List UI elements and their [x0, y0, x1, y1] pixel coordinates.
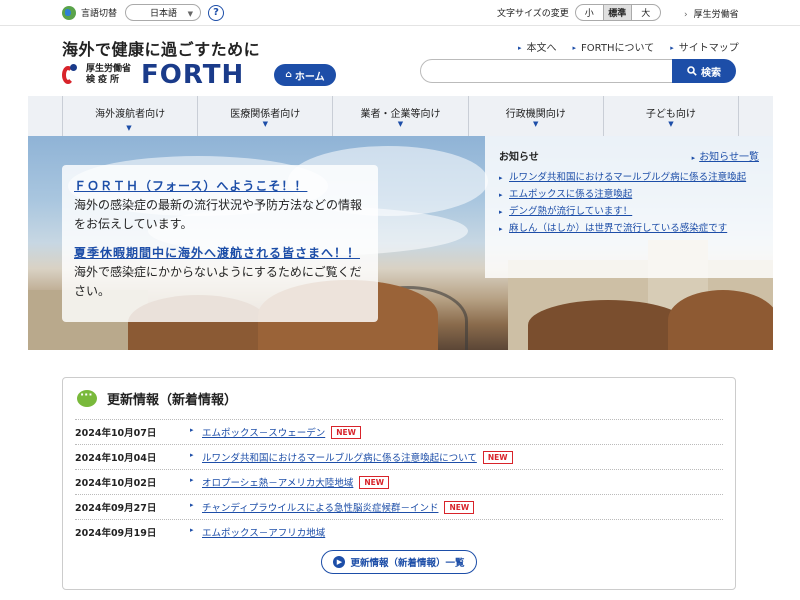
- update-row: 2024年10月07日 エムポックス－スウェーデン NEW: [75, 419, 723, 444]
- home-button[interactable]: ⌂ ホーム: [274, 64, 336, 86]
- update-link[interactable]: チャンディプラウイルスによる急性脳炎症候群－インド: [190, 500, 438, 514]
- language-switcher: 言語切替 日本語 ▼ ?: [62, 4, 225, 21]
- help-icon[interactable]: ?: [208, 4, 225, 21]
- language-label: 言語切替: [81, 9, 118, 19]
- sitemap-link[interactable]: サイトマップ: [670, 39, 739, 54]
- chevron-down-icon: ▼: [397, 120, 404, 128]
- nav-label: 医療関係者向け: [230, 109, 301, 120]
- update-row: 2024年10月02日 オロプーシェ熱－アメリカ大陸地域 NEW: [75, 469, 723, 494]
- utility-bar: 言語切替 日本語 ▼ ? 文字サイズの変更 小 標準 大 厚生労働省: [0, 0, 800, 26]
- logo-org-line1: 厚生労働省: [86, 64, 132, 74]
- chevron-down-icon: ▼: [668, 120, 674, 128]
- search-input[interactable]: [420, 59, 680, 83]
- updates-panel: 更新情報（新着情報） 2024年10月07日 エムポックス－スウェーデン NEW…: [62, 377, 736, 590]
- nav-business[interactable]: 業者・企業等向け ▼: [333, 96, 469, 136]
- nav-government[interactable]: 行政機関向け ▼: [469, 96, 604, 136]
- notice-item[interactable]: 麻しん（はしか）は世界で流行している感染症です: [499, 222, 759, 236]
- language-select-value: 日本語: [150, 9, 178, 19]
- logo-name: FORTH: [141, 60, 245, 90]
- logo-organization: 厚生労働省 検疫所: [86, 64, 131, 86]
- update-row: 2024年09月27日 チャンディプラウイルスによる急性脳炎症候群－インド NE…: [75, 494, 723, 519]
- search-button[interactable]: 検索: [672, 59, 736, 83]
- update-date: 2024年10月04日: [75, 453, 157, 464]
- summer-travel-link[interactable]: 夏季休暇期間中に海外へ渡航される皆さまへ！！: [74, 246, 360, 260]
- update-link[interactable]: ルワンダ共和国におけるマールブルグ病に係る注意喚起について: [190, 450, 477, 464]
- search-icon: [687, 66, 697, 76]
- about-forth-link[interactable]: FORTHについて: [573, 39, 654, 54]
- welcome-panel: ＦＯＲＴＨ（フォース）へようこそ！！ 海外の感染症の最新の流行状況や予防方法など…: [62, 165, 378, 322]
- skip-to-content-link[interactable]: 本文へ: [518, 39, 557, 54]
- notices-panel: お知らせ お知らせ一覧 ルワンダ共和国におけるマールブルグ病に係る注意喚起 エム…: [485, 136, 773, 278]
- search-button-label: 検索: [701, 67, 721, 79]
- new-badge: NEW: [444, 500, 475, 514]
- notice-item[interactable]: デング熱が流行しています！: [499, 205, 759, 219]
- font-size-options: 小 標準 大: [574, 4, 661, 21]
- font-size-label: 文字サイズの変更: [497, 9, 569, 19]
- site-search: 検索: [420, 59, 736, 83]
- chevron-down-icon: ▼: [262, 120, 268, 128]
- nav-label: 行政機関向け: [505, 109, 566, 120]
- update-date: 2024年10月07日: [75, 428, 157, 439]
- font-size-large[interactable]: 大: [632, 5, 660, 20]
- notices-list: ルワンダ共和国におけるマールブルグ病に係る注意喚起 エムポックスに係る注意喚起 …: [499, 171, 759, 236]
- global-nav: 海外渡航者向け ▼ 医療関係者向け ▼ 業者・企業等向け ▼ 行政機関向け ▼ 子ども向…: [28, 96, 773, 136]
- chevron-right-icon: ▶: [333, 556, 346, 568]
- notice-item[interactable]: ルワンダ共和国におけるマールブルグ病に係る注意喚起: [499, 171, 759, 185]
- update-row: 2024年09月19日 エムポックス－アフリカ地域: [75, 519, 723, 544]
- chevron-down-icon: ▼: [126, 124, 132, 132]
- nav-children[interactable]: 子ども向け ▼: [604, 96, 740, 136]
- speech-bubble-icon: [77, 388, 97, 407]
- site-tagline: 海外で健康に過ごすために: [62, 40, 261, 59]
- update-link[interactable]: オロプーシェ熱－アメリカ大陸地域: [190, 475, 353, 489]
- nav-label: 業者・企業等向け: [360, 109, 441, 120]
- forth-logo-icon: [62, 64, 82, 86]
- chevron-down-icon: ▼: [187, 10, 194, 18]
- nav-medical[interactable]: 医療関係者向け ▼: [198, 96, 334, 136]
- welcome-text: 海外の感染症の最新の流行状況や予防方法などの情報をお伝えしています。: [74, 198, 363, 231]
- site-logo[interactable]: 厚生労働省 検疫所 FORTH: [62, 60, 244, 90]
- summer-travel-text: 海外で感染症にかからないようにするためにご覧ください。: [74, 265, 362, 298]
- font-size-switcher: 文字サイズの変更 小 標準 大: [497, 4, 661, 21]
- logo-org-line2: 検疫所: [86, 75, 123, 85]
- update-row: 2024年10月04日 ルワンダ共和国におけるマールブルグ病に係る注意喚起につい…: [75, 444, 723, 469]
- font-size-standard[interactable]: 標準: [603, 5, 632, 20]
- nav-label: 子ども向け: [645, 109, 696, 120]
- globe-icon: [62, 5, 76, 20]
- font-size-small[interactable]: 小: [576, 5, 604, 20]
- new-badge: NEW: [359, 475, 390, 489]
- notice-item[interactable]: エムポックスに係る注意喚起: [499, 188, 759, 202]
- updates-list: 2024年10月07日 エムポックス－スウェーデン NEW 2024年10月04…: [75, 419, 723, 544]
- chevron-down-icon: ▼: [533, 120, 539, 128]
- notices-title: お知らせ: [499, 152, 539, 163]
- mhlw-link[interactable]: 厚生労働省: [684, 7, 739, 20]
- update-link[interactable]: エムポックス－アフリカ地域: [190, 525, 325, 539]
- language-select[interactable]: 日本語 ▼: [125, 4, 202, 21]
- updates-title: 更新情報（新着情報）: [107, 393, 238, 408]
- header-links: 本文へ FORTHについて サイトマップ: [518, 39, 739, 54]
- nav-travelers[interactable]: 海外渡航者向け ▼: [62, 96, 199, 136]
- updates-list-button[interactable]: ▶ 更新情報（新着情報）一覧: [321, 550, 477, 574]
- notices-list-link[interactable]: お知らせ一覧: [692, 148, 759, 163]
- updates-list-button-label: 更新情報（新着情報）一覧: [350, 558, 465, 569]
- house-icon: ⌂: [285, 70, 292, 80]
- new-badge: NEW: [331, 425, 361, 439]
- welcome-heading-link[interactable]: ＦＯＲＴＨ（フォース）へようこそ！！: [74, 179, 307, 193]
- new-badge: NEW: [482, 450, 513, 464]
- update-date: 2024年10月02日: [75, 478, 157, 489]
- update-date: 2024年09月27日: [75, 503, 157, 514]
- home-button-label: ホーム: [294, 71, 325, 83]
- updates-header: 更新情報（新着情報）: [77, 388, 238, 408]
- nav-label: 海外渡航者向け: [95, 109, 166, 120]
- update-link[interactable]: エムポックス－スウェーデン: [190, 425, 325, 439]
- update-date: 2024年09月19日: [75, 528, 157, 539]
